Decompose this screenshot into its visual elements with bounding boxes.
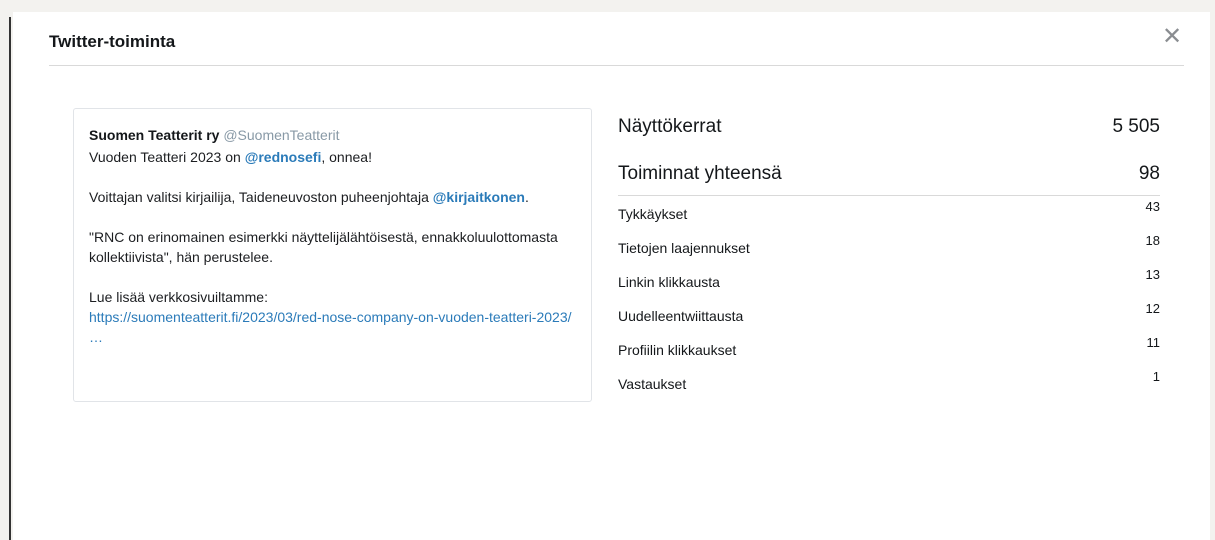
impressions-stat: Näyttökerrat 5 505 [618, 116, 1160, 140]
close-icon[interactable]: ✕ [1160, 25, 1184, 49]
total-engagements-value: 98 [1138, 163, 1160, 184]
stat-value: 43 [1145, 199, 1160, 214]
tweet-author-name[interactable]: Suomen Teatterit ry [89, 127, 219, 143]
total-engagements-stat: Toiminnat yhteensä 98 [618, 163, 1160, 196]
stat-value: 13 [1145, 267, 1160, 282]
engagement-stats: Näyttökerrat 5 505 Toiminnat yhteensä 98… [618, 104, 1160, 400]
stat-value: 12 [1145, 301, 1160, 316]
modal-title: Twitter-toiminta [49, 32, 176, 51]
stat-value: 11 [1146, 335, 1161, 350]
stat-label: Vastaukset [618, 376, 687, 392]
tweet-paragraph-2: Voittajan valitsi kirjailija, Taideneuvo… [89, 187, 579, 207]
tweet-author-handle[interactable]: @SuomenTeatterit [223, 127, 339, 143]
stat-value: 18 [1145, 233, 1160, 248]
stat-value: 1 [1152, 369, 1160, 384]
tweet-text: Voittajan valitsi kirjailija, Taideneuvo… [89, 189, 433, 205]
tweet-paragraph-3: "RNC on erinomainen esimerkki näyttelijä… [89, 229, 558, 265]
tweet-paragraph-4: Lue lisää verkkosivuiltamme: https://suom… [89, 287, 579, 347]
tweet-text: Vuoden Teatteri 2023 on [89, 149, 245, 165]
tweet-card: Suomen Teatterit ry @SuomenTeatterit Vuo… [73, 108, 592, 402]
tweet-content: Suomen Teatterit ry @SuomenTeatterit Vuo… [89, 125, 579, 367]
stat-row-replies: Vastaukset 1 [618, 366, 1160, 400]
stat-row-likes: Tykkäykset 43 [618, 196, 1160, 230]
impressions-value: 5 505 [1112, 116, 1160, 137]
stat-row-profile-clicks: Profiilin klikkaukset 11 [618, 332, 1160, 366]
tweet-text: , onnea! [321, 149, 372, 165]
stat-label: Linkin klikkausta [618, 274, 720, 290]
modal-header: Twitter-toiminta ✕ [49, 12, 1184, 66]
stat-label: Tykkäykset [618, 206, 688, 222]
stat-row-link-clicks: Linkin klikkausta 13 [618, 264, 1160, 298]
stat-label: Profiilin klikkaukset [618, 342, 737, 358]
stat-row-retweets: Uudelleentwiittausta 12 [618, 298, 1160, 332]
impressions-label: Näyttökerrat [618, 116, 722, 137]
page-left-border [9, 17, 11, 540]
article-link[interactable]: https://suomenteatterit.fi/2023/03/red-n… [89, 309, 572, 345]
stat-label: Tietojen laajennukset [618, 240, 750, 256]
twitter-activity-modal: Twitter-toiminta ✕ Suomen Teatterit ry @… [13, 12, 1210, 540]
stat-row-detail-expands: Tietojen laajennukset 18 [618, 230, 1160, 264]
tweet-header: Suomen Teatterit ry @SuomenTeatterit [89, 125, 579, 145]
tweet-paragraph-1: Vuoden Teatteri 2023 on @rednosefi, onne… [89, 147, 579, 167]
stat-label: Uudelleentwiittausta [618, 308, 744, 324]
total-engagements-label: Toiminnat yhteensä [618, 163, 782, 184]
mention-link[interactable]: @kirjaitkonen [433, 189, 525, 205]
tweet-text: Lue lisää verkkosivuiltamme: [89, 289, 268, 305]
tweet-text: . [524, 189, 529, 205]
mention-link[interactable]: @rednosefi [245, 149, 322, 165]
